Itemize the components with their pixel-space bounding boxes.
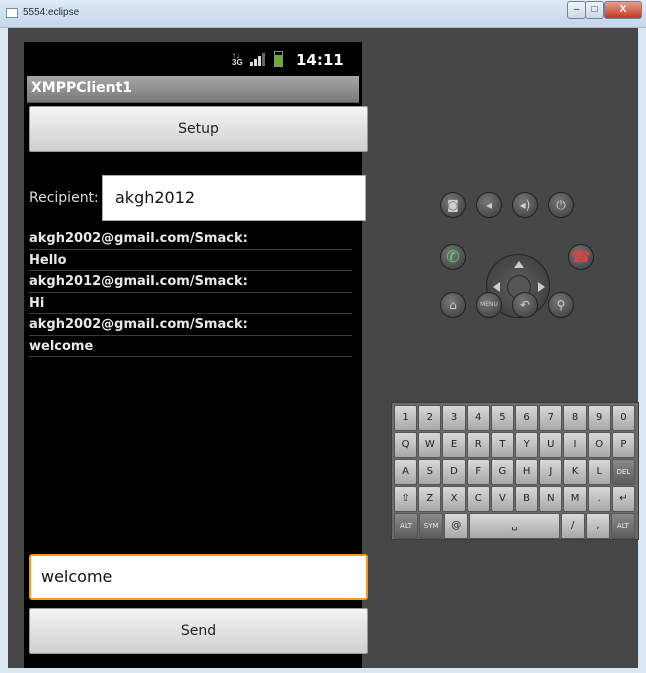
key[interactable]: X bbox=[442, 486, 466, 512]
setup-button[interactable]: Setup bbox=[29, 106, 368, 152]
key[interactable]: B bbox=[515, 486, 539, 512]
key[interactable]: 5 bbox=[490, 405, 515, 431]
key[interactable]: R bbox=[466, 432, 490, 458]
delete-key[interactable]: DEL bbox=[611, 459, 636, 485]
app-title: XMPPClient1 bbox=[31, 80, 133, 96]
volume-up-icon[interactable]: ◂) bbox=[512, 192, 538, 218]
key[interactable]: H bbox=[515, 459, 539, 485]
message-text: Hi bbox=[29, 293, 352, 314]
key[interactable]: 3 bbox=[442, 405, 466, 431]
key[interactable]: 2 bbox=[418, 405, 442, 431]
key[interactable]: Q bbox=[394, 432, 418, 458]
key[interactable]: 4 bbox=[466, 405, 490, 431]
camera-icon[interactable]: ◙ bbox=[440, 192, 466, 218]
key[interactable]: P bbox=[611, 432, 636, 458]
volume-down-icon[interactable]: ◂ bbox=[476, 192, 502, 218]
key[interactable]: I bbox=[563, 432, 587, 458]
signal-strength-icon bbox=[250, 53, 265, 66]
key[interactable]: N bbox=[539, 486, 563, 512]
battery-icon bbox=[274, 51, 283, 67]
key[interactable]: 9 bbox=[587, 405, 611, 431]
key[interactable]: U bbox=[539, 432, 563, 458]
enter-key[interactable]: ↵ bbox=[611, 486, 636, 512]
sym-key[interactable]: SYM bbox=[419, 513, 444, 539]
space-key[interactable]: ␣ bbox=[469, 513, 560, 539]
message-text: Hello bbox=[29, 250, 352, 271]
window-title: 5554:eclipse bbox=[23, 7, 80, 18]
key[interactable]: E bbox=[442, 432, 466, 458]
network-3g-icon: ↑↓ 3G bbox=[232, 51, 243, 67]
alt-key[interactable]: ALT bbox=[610, 513, 635, 539]
key[interactable]: K bbox=[563, 459, 587, 485]
hang-up-icon[interactable]: ☎ bbox=[568, 244, 594, 270]
hardware-keyboard: 1 2 3 4 5 6 7 8 9 0 Q W E R T Y U I O P … bbox=[391, 402, 639, 540]
key[interactable]: G bbox=[490, 459, 515, 485]
status-bar: ↑↓ 3G 14:11 bbox=[24, 42, 362, 76]
minimize-button[interactable]: – bbox=[567, 1, 586, 19]
home-icon[interactable]: ⌂ bbox=[440, 292, 466, 318]
recipient-input[interactable]: akgh2012 bbox=[102, 175, 366, 221]
maximize-button[interactable]: □ bbox=[585, 1, 604, 19]
message-sender: akgh2012@gmail.com/Smack: bbox=[29, 271, 352, 293]
keyboard-row: A S D F G H J K L DEL bbox=[394, 459, 636, 485]
call-icon[interactable]: ✆ bbox=[440, 244, 466, 270]
key[interactable]: 7 bbox=[539, 405, 563, 431]
key[interactable]: C bbox=[466, 486, 490, 512]
alt-key[interactable]: ALT bbox=[394, 513, 419, 539]
message-sender: akgh2002@gmail.com/Smack: bbox=[29, 314, 352, 336]
message-list[interactable]: akgh2002@gmail.com/Smack: Hello akgh2012… bbox=[29, 228, 352, 357]
key[interactable]: A bbox=[394, 459, 418, 485]
key[interactable]: L bbox=[587, 459, 611, 485]
emulator-body: ↑↓ 3G 14:11 XMPPClient1 Setup Recipient: … bbox=[8, 28, 639, 668]
keyboard-row: Q W E R T Y U I O P bbox=[394, 432, 636, 458]
key[interactable]: D bbox=[442, 459, 466, 485]
key[interactable]: 8 bbox=[563, 405, 587, 431]
key[interactable]: O bbox=[587, 432, 611, 458]
menu-button[interactable]: MENU bbox=[476, 292, 502, 318]
key[interactable]: F bbox=[466, 459, 490, 485]
key[interactable]: T bbox=[490, 432, 515, 458]
keyboard-row: 1 2 3 4 5 6 7 8 9 0 bbox=[394, 405, 636, 431]
key[interactable]: M bbox=[563, 486, 587, 512]
key[interactable]: Z bbox=[418, 486, 442, 512]
status-time: 14:11 bbox=[296, 51, 344, 69]
phone-screen: ↑↓ 3G 14:11 XMPPClient1 Setup Recipient: … bbox=[24, 42, 368, 668]
window-titlebar[interactable]: 5554:eclipse – □ X bbox=[0, 0, 646, 28]
keyboard-row: ALT SYM @ ␣ / , ALT bbox=[394, 513, 636, 539]
emulator-window: 5554:eclipse – □ X ↑↓ 3G 14:11 XMPPClient… bbox=[0, 0, 646, 673]
keyboard-row: ⇧ Z X C V B N M . ↵ bbox=[394, 486, 636, 512]
key[interactable]: 0 bbox=[611, 405, 636, 431]
key[interactable]: , bbox=[585, 513, 610, 539]
shift-key[interactable]: ⇧ bbox=[394, 486, 418, 512]
message-input[interactable]: welcome bbox=[29, 554, 368, 600]
window-app-icon bbox=[6, 8, 18, 18]
key[interactable]: / bbox=[560, 513, 585, 539]
power-icon[interactable]: ⏻ bbox=[548, 192, 574, 218]
key[interactable]: . bbox=[587, 486, 611, 512]
key[interactable]: 6 bbox=[515, 405, 539, 431]
key[interactable]: S bbox=[418, 459, 442, 485]
message-sender: akgh2002@gmail.com/Smack: bbox=[29, 228, 352, 250]
recipient-label: Recipient: bbox=[29, 190, 99, 206]
key[interactable]: 1 bbox=[394, 405, 418, 431]
key[interactable]: Y bbox=[515, 432, 539, 458]
key[interactable]: @ bbox=[444, 513, 469, 539]
back-icon[interactable]: ↶ bbox=[512, 292, 538, 318]
close-button[interactable]: X bbox=[604, 1, 642, 19]
search-icon[interactable]: ⚲ bbox=[548, 292, 574, 318]
app-title-bar: XMPPClient1 bbox=[27, 76, 359, 103]
message-text: welcome bbox=[29, 336, 352, 357]
send-button[interactable]: Send bbox=[29, 608, 368, 654]
key[interactable]: J bbox=[539, 459, 563, 485]
key[interactable]: V bbox=[490, 486, 515, 512]
key[interactable]: W bbox=[418, 432, 442, 458]
